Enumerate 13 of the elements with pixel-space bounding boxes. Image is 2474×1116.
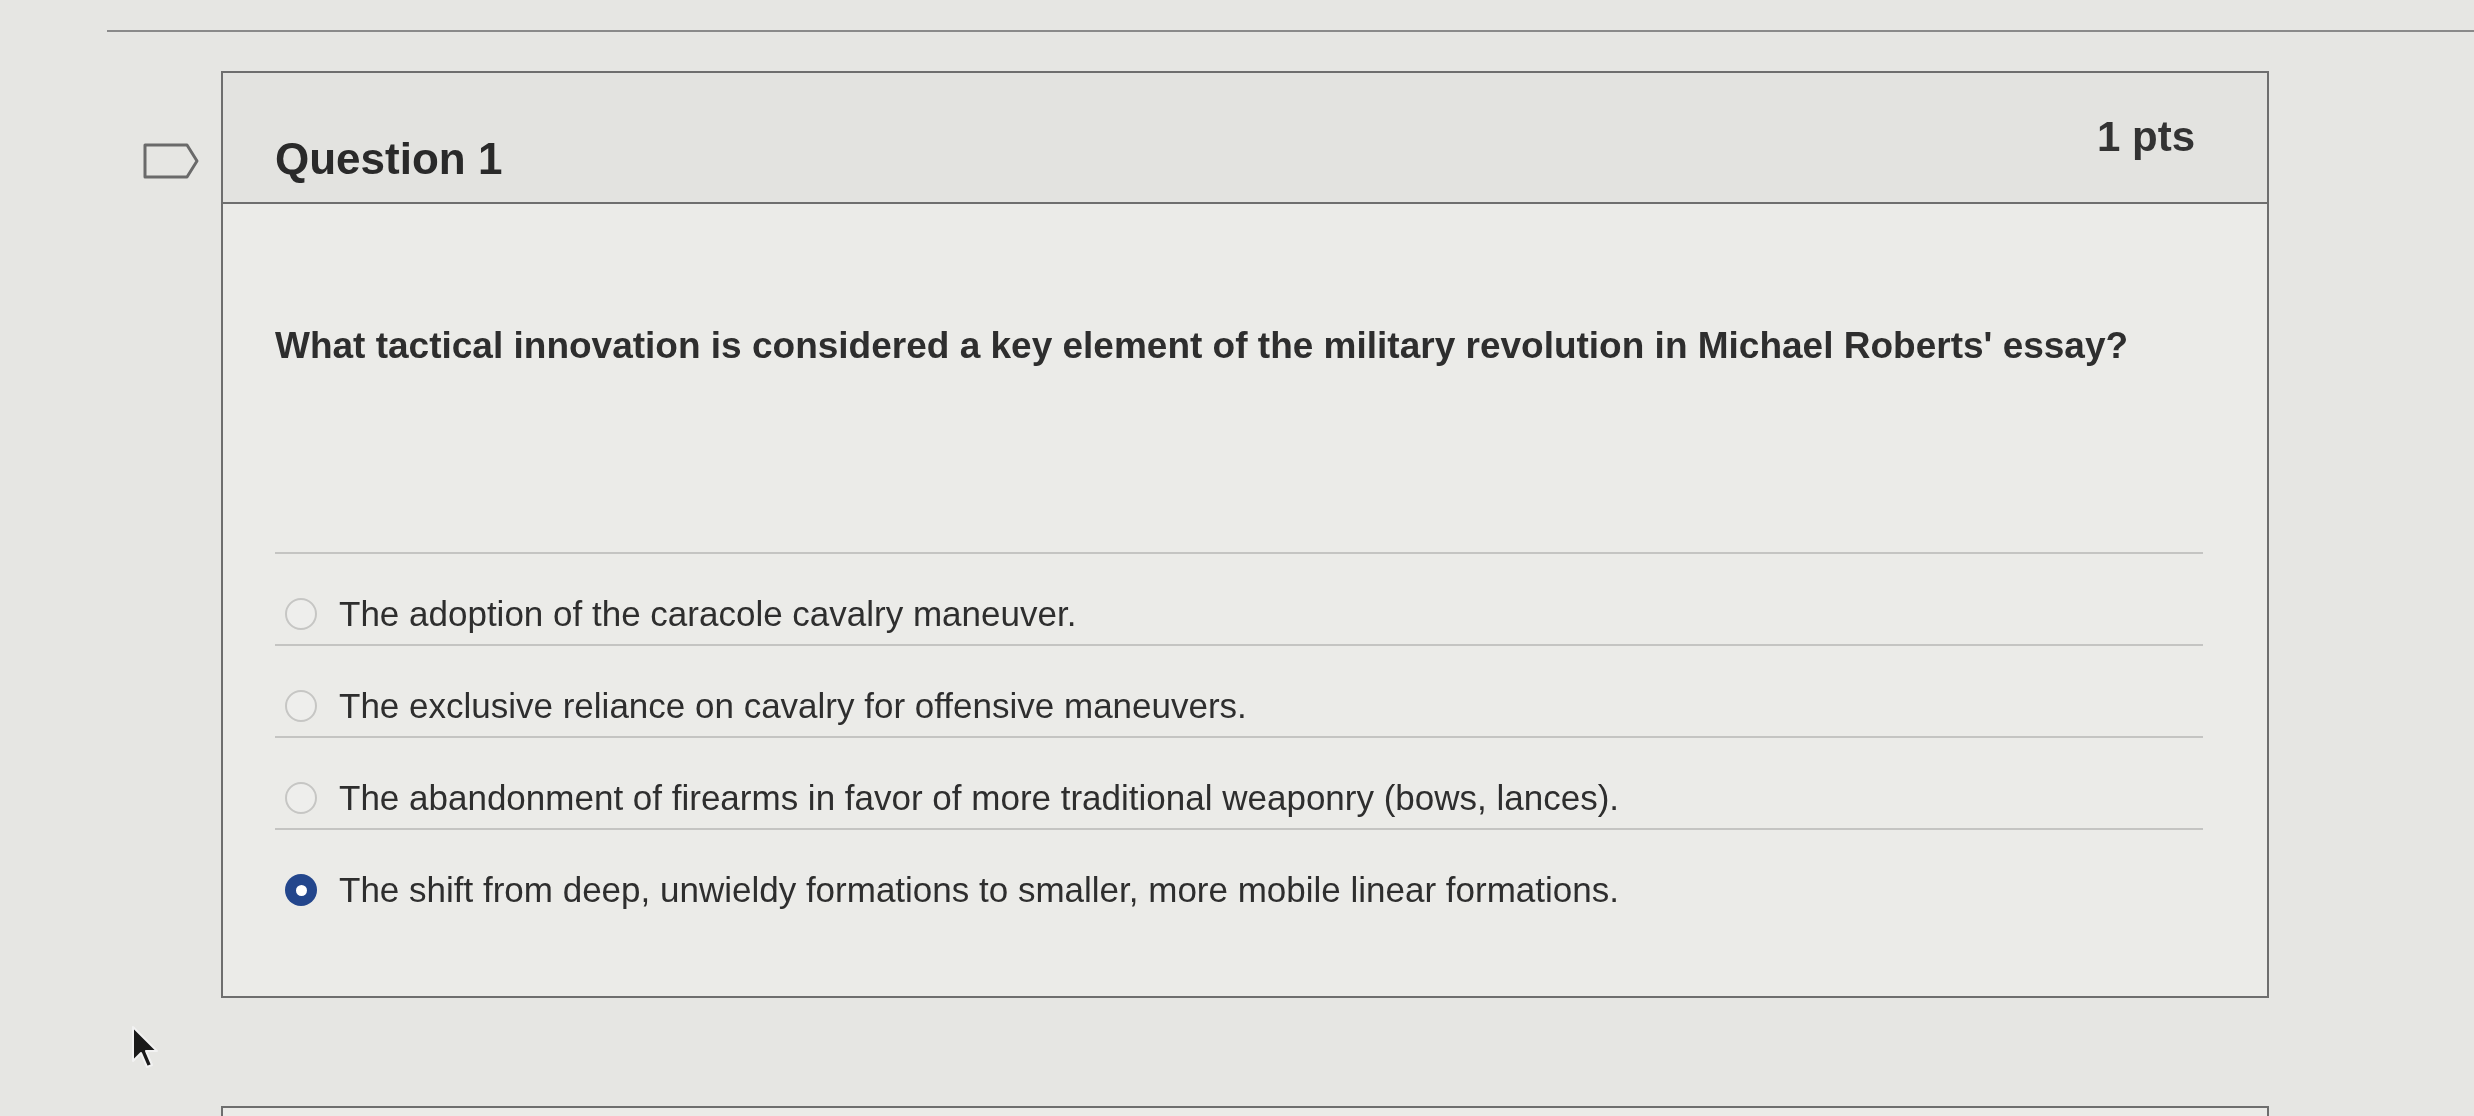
- flag-icon[interactable]: [143, 143, 199, 179]
- option-label[interactable]: The shift from deep, unwieldy formations to smaller, more mobile linear formations.: [339, 873, 1619, 907]
- radio-button[interactable]: [285, 782, 317, 814]
- option-label[interactable]: The adoption of the caracole cavalry maneuver.: [339, 597, 1077, 631]
- radio-button[interactable]: [285, 690, 317, 722]
- question-prompt: What tactical innovation is considered a key element of the military revolution in Michael Roberts' essay?: [275, 324, 2130, 368]
- radio-button[interactable]: [285, 874, 317, 906]
- points-label: 1 pts: [2096, 112, 2195, 162]
- option-label[interactable]: The abandonment of firearms in favor of more traditional weaponry (bows, lances).: [339, 781, 1620, 815]
- mouse-pointer-icon: [131, 1025, 159, 1069]
- radio-button[interactable]: [285, 598, 317, 630]
- question-title: Question 1: [275, 133, 503, 185]
- option-label[interactable]: The exclusive reliance on cavalry for offensive maneuvers.: [339, 689, 1247, 723]
